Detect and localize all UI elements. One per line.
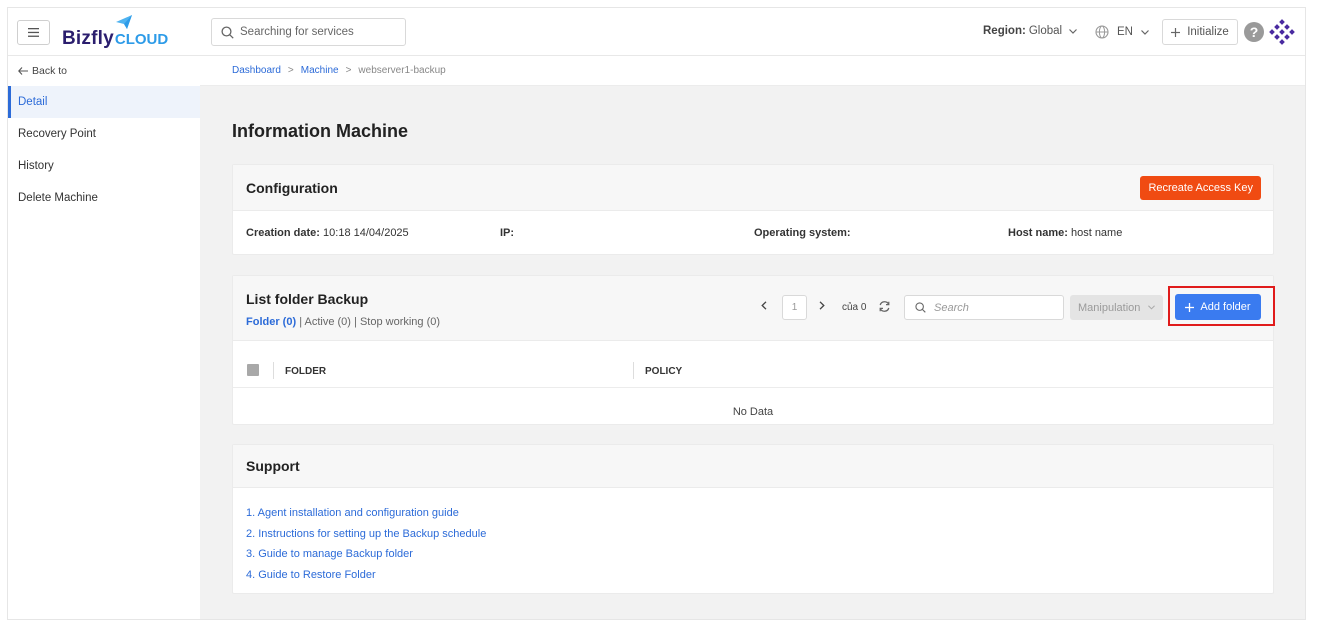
- language-value: EN: [1117, 26, 1133, 38]
- column-divider: [633, 362, 634, 379]
- language-selector[interactable]: EN: [1095, 25, 1149, 39]
- support-card: Support 1. Agent installation and config…: [232, 444, 1274, 594]
- app-window: Bizfly CLOUD Searching for services Regi…: [7, 7, 1306, 620]
- page-title: Information Machine: [232, 121, 409, 141]
- filter-stop-working[interactable]: Stop working (0): [360, 316, 440, 328]
- operating-system-label: Operating system:: [754, 227, 851, 239]
- host-name-field: Host name: host name: [1008, 227, 1122, 239]
- empty-state: No Data: [732, 406, 774, 418]
- sidebar-item-history[interactable]: History: [8, 150, 200, 182]
- menu-toggle-button[interactable]: [17, 20, 50, 45]
- sidebar-item-label: Recovery Point: [18, 128, 96, 140]
- sidebar-item-label: Delete Machine: [18, 192, 98, 204]
- configuration-card: Configuration Recreate Access Key Creati…: [232, 164, 1274, 255]
- breadcrumb-current: webserver1-backup: [358, 65, 446, 76]
- folder-backup-title: List folder Backup: [246, 291, 369, 307]
- filter-folder[interactable]: Folder (0): [246, 316, 296, 328]
- sidebar-item-delete-machine[interactable]: Delete Machine: [8, 182, 200, 214]
- search-icon: [221, 25, 234, 39]
- folder-backup-header: List folder Backup Folder (0) | Active (…: [233, 276, 1275, 341]
- sidebar-item-label: History: [18, 160, 54, 172]
- manipulation-dropdown[interactable]: Manipulation: [1070, 295, 1163, 320]
- user-avatar[interactable]: [1269, 19, 1295, 45]
- folder-search-placeholder: Search: [934, 301, 969, 314]
- column-divider: [273, 362, 274, 379]
- paper-plane-icon: [116, 15, 132, 29]
- creation-date-field: Creation date: 10:18 14/04/2025: [246, 227, 409, 239]
- manipulation-label: Manipulation: [1078, 301, 1141, 314]
- region-selector[interactable]: Region: Global: [983, 25, 1077, 37]
- sidebar-item-detail[interactable]: Detail: [8, 86, 200, 118]
- support-title: Support: [246, 458, 300, 474]
- search-placeholder: Searching for services: [240, 26, 354, 38]
- breadcrumb-machine[interactable]: Machine: [301, 65, 339, 76]
- region-label: Region:: [983, 25, 1026, 37]
- add-folder-button[interactable]: Add folder: [1175, 294, 1261, 320]
- support-link-manage-folder[interactable]: 3. Guide to manage Backup folder: [246, 544, 1273, 565]
- logo-text-sub: CLOUD: [114, 31, 169, 48]
- support-header: Support: [233, 445, 1273, 488]
- support-links: 1. Agent installation and configuration …: [233, 488, 1273, 585]
- folder-backup-card: List folder Backup Folder (0) | Active (…: [232, 275, 1275, 425]
- chevron-down-icon: [1148, 305, 1155, 310]
- support-link-backup-schedule[interactable]: 2. Instructions for setting up the Backu…: [246, 524, 1273, 545]
- ip-label: IP:: [500, 227, 515, 239]
- operating-system-field: Operating system:: [754, 227, 851, 239]
- folder-table-header: FOLDER POLICY: [233, 341, 1273, 388]
- breadcrumb: Dashboard > Machine > webserver1-backup: [200, 56, 1305, 86]
- breadcrumb-separator: >: [287, 65, 294, 76]
- page-number-input[interactable]: 1: [782, 295, 807, 320]
- folder-search-input[interactable]: Search: [904, 295, 1064, 320]
- support-link-agent-install[interactable]: 1. Agent installation and configuration …: [246, 503, 1273, 524]
- configuration-header: Configuration Recreate Access Key: [233, 165, 1273, 211]
- column-folder: FOLDER: [285, 366, 327, 377]
- back-link[interactable]: Back to: [18, 65, 67, 77]
- breadcrumb-dashboard[interactable]: Dashboard: [232, 65, 281, 76]
- plus-icon: [1171, 27, 1181, 37]
- refresh-icon[interactable]: [878, 300, 891, 313]
- sidebar: Back to Detail Recovery Point History De…: [8, 56, 200, 619]
- chevron-right-icon[interactable]: [819, 301, 825, 310]
- filter-active[interactable]: Active (0): [305, 316, 351, 328]
- recreate-access-key-button[interactable]: Recreate Access Key: [1140, 176, 1261, 200]
- bizfly-logo[interactable]: Bizfly CLOUD: [62, 15, 169, 49]
- folder-filters: Folder (0) | Active (0) | Stop working (…: [246, 316, 440, 328]
- plus-icon: [1185, 302, 1195, 312]
- sidebar-item-recovery-point[interactable]: Recovery Point: [8, 118, 200, 150]
- service-search-input[interactable]: Searching for services: [211, 18, 406, 46]
- region-value: Global: [1028, 25, 1063, 37]
- arrow-left-icon: [18, 67, 28, 75]
- configuration-title: Configuration: [246, 180, 338, 196]
- chevron-down-icon: [1069, 28, 1077, 34]
- help-icon[interactable]: ?: [1244, 22, 1264, 42]
- chevron-left-icon[interactable]: [761, 301, 767, 310]
- creation-date-value: 10:18 14/04/2025: [323, 227, 409, 239]
- initialize-button[interactable]: Initialize: [1162, 19, 1238, 45]
- creation-date-label: Creation date:: [246, 227, 320, 239]
- back-label: Back to: [32, 65, 68, 77]
- add-folder-label: Add folder: [1200, 301, 1251, 313]
- initialize-label: Initialize: [1187, 26, 1229, 38]
- host-name-label: Host name:: [1008, 227, 1068, 239]
- search-icon: [915, 302, 926, 313]
- top-header: Bizfly CLOUD Searching for services Regi…: [8, 8, 1305, 56]
- globe-icon: [1095, 25, 1109, 39]
- chevron-down-icon: [1141, 29, 1149, 35]
- machine-info-row: Creation date: 10:18 14/04/2025 IP: Oper…: [233, 211, 1273, 255]
- host-name-value: host name: [1070, 227, 1123, 239]
- column-policy: POLICY: [645, 366, 683, 377]
- logo-text-main: Bizfly: [62, 28, 114, 49]
- select-all-checkbox[interactable]: [247, 364, 259, 376]
- page-total: của 0: [842, 302, 867, 313]
- breadcrumb-separator: >: [345, 65, 352, 76]
- hamburger-icon: [28, 28, 39, 37]
- sidebar-item-label: Detail: [18, 96, 48, 108]
- ip-field: IP:: [500, 227, 514, 239]
- support-link-restore-folder[interactable]: 4. Guide to Restore Folder: [246, 565, 1273, 586]
